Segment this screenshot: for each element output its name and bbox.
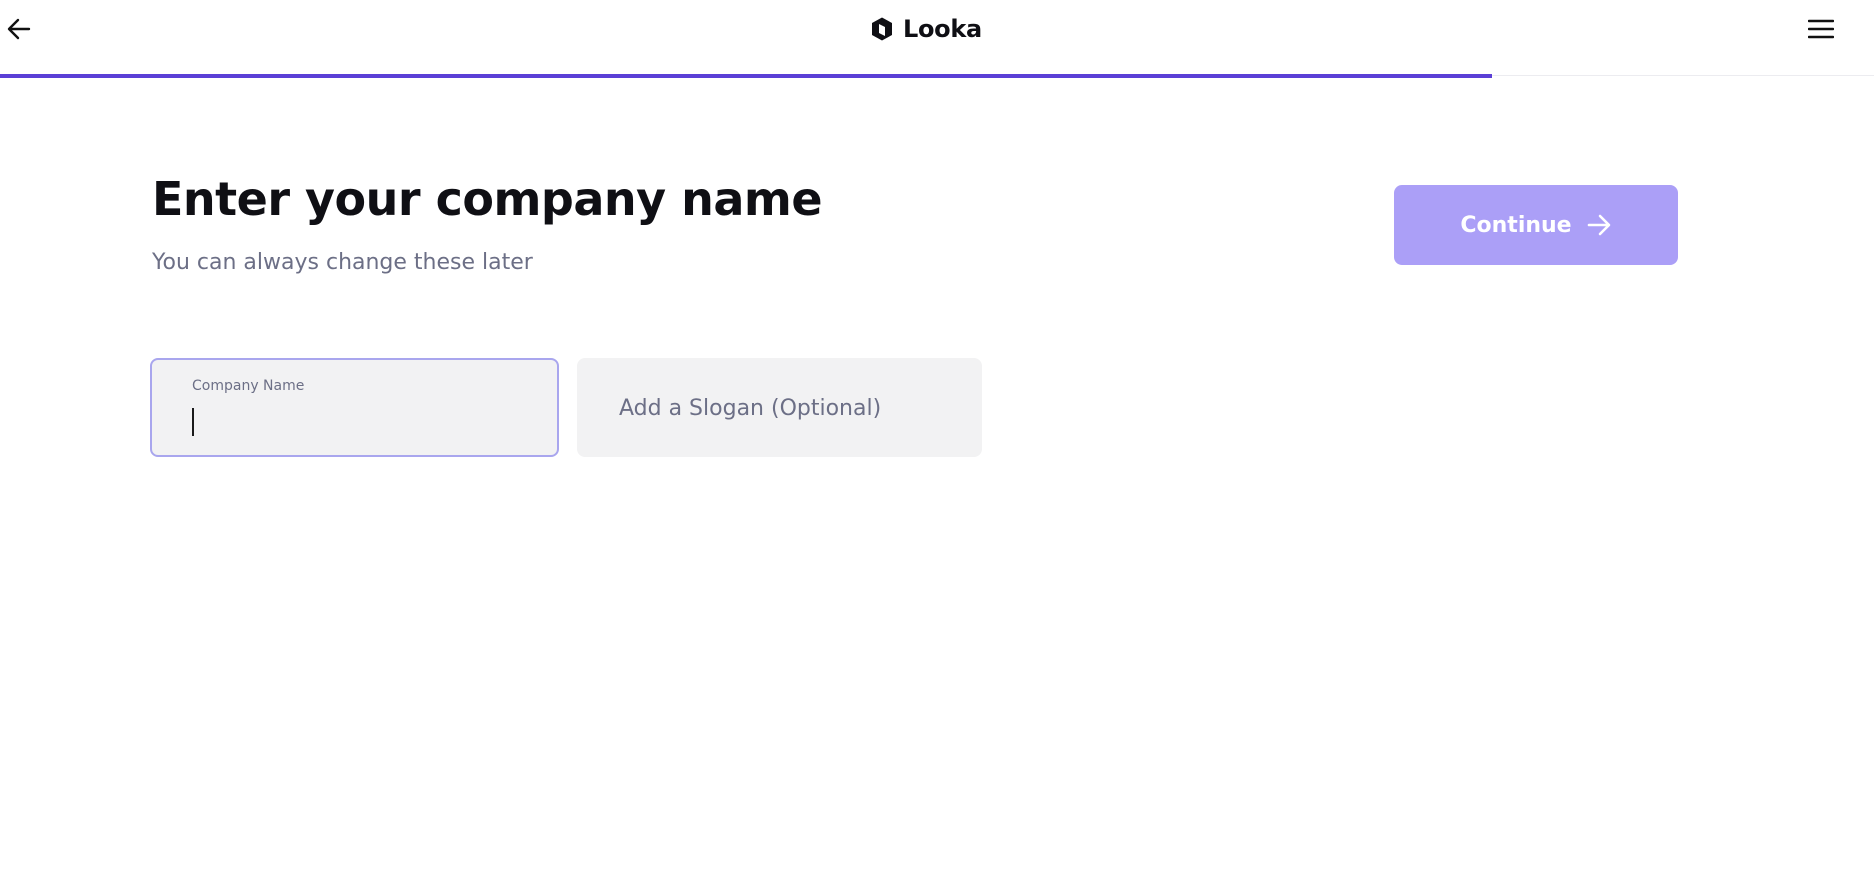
arrow-right-icon (1587, 214, 1610, 236)
top-header: Looka (0, 0, 1874, 78)
hamburger-menu-icon (1808, 19, 1834, 39)
page-subtitle: You can always change these later (152, 250, 533, 275)
company-name-field[interactable]: Company Name (150, 358, 559, 457)
logo-text: Looka (903, 15, 982, 43)
looka-logo-icon (872, 17, 892, 41)
company-name-input[interactable] (196, 404, 516, 440)
text-cursor (192, 408, 194, 436)
continue-label: Continue (1460, 212, 1572, 238)
arrow-left-icon (7, 18, 31, 40)
back-button[interactable] (4, 14, 34, 44)
progress-bar-fill (0, 74, 1492, 78)
continue-button[interactable]: Continue (1394, 185, 1678, 265)
company-name-label: Company Name (192, 378, 305, 394)
slogan-placeholder: Add a Slogan (Optional) (619, 396, 882, 421)
slogan-field[interactable]: Add a Slogan (Optional) (577, 358, 982, 457)
looka-logo[interactable]: Looka (869, 12, 982, 46)
progress-bar (0, 74, 1874, 78)
menu-button[interactable] (1806, 14, 1836, 44)
page-title: Enter your company name (152, 172, 823, 226)
